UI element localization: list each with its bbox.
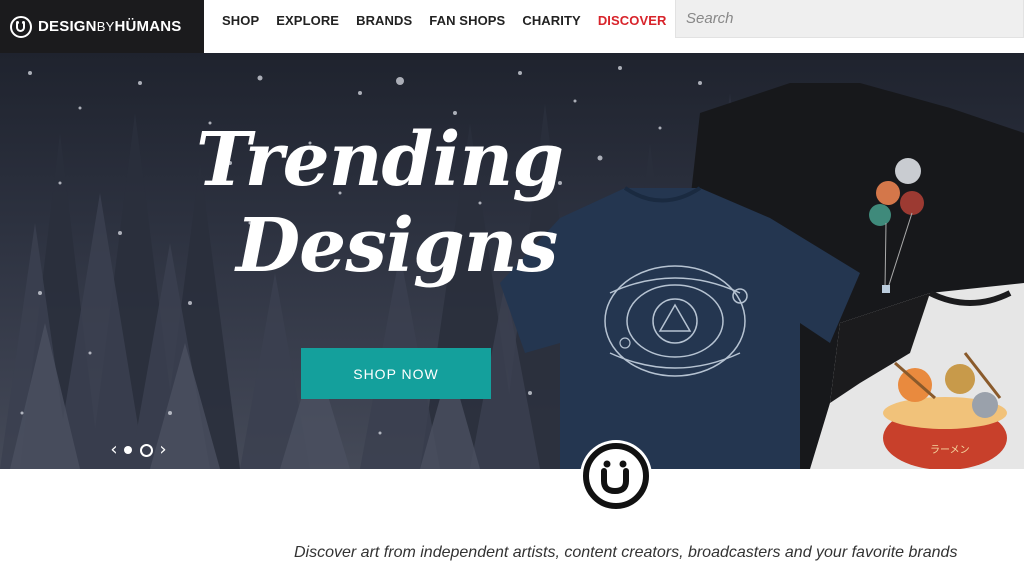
smiley-logo-icon bbox=[10, 15, 32, 38]
hero-headline: Trending Designs bbox=[196, 117, 576, 289]
main-nav: SHOP EXPLORE BRANDS FAN SHOPS CHARITY DI… bbox=[222, 0, 684, 40]
carousel-controls: ‹ › bbox=[108, 441, 169, 459]
carousel-dot-1[interactable] bbox=[124, 446, 132, 454]
nav-item-explore[interactable]: EXPLORE bbox=[276, 13, 339, 28]
shop-now-button[interactable]: SHOP NOW bbox=[301, 348, 491, 399]
chevron-right-icon[interactable]: › bbox=[157, 441, 169, 459]
nav-item-shop[interactable]: SHOP bbox=[222, 13, 259, 28]
tagline-text: Discover art from independent artists, c… bbox=[294, 544, 958, 561]
nav-item-charity[interactable]: CHARITY bbox=[522, 13, 580, 28]
brand-wordmark: DESIGNBYHÜMANS bbox=[38, 18, 182, 35]
search-input[interactable] bbox=[676, 0, 1023, 37]
brand-logo[interactable]: DESIGNBYHÜMANS bbox=[0, 0, 204, 53]
hero-banner: ラーメン Trending Designs SHOP NOW ‹ › bbox=[0, 53, 1024, 469]
ramen-caption: ラーメン bbox=[930, 444, 970, 456]
nav-item-brands[interactable]: BRANDS bbox=[356, 13, 412, 28]
nav-item-fan-shops[interactable]: FAN SHOPS bbox=[429, 13, 505, 28]
chevron-left-icon[interactable]: ‹ bbox=[108, 441, 120, 459]
nav-item-discover[interactable]: DISCOVER bbox=[598, 13, 667, 28]
headline-line-2: Designs bbox=[236, 203, 558, 289]
headline-line-1: Trending bbox=[196, 117, 564, 203]
dbh-smiley-badge-icon bbox=[580, 440, 652, 512]
carousel-dot-2[interactable] bbox=[140, 443, 153, 457]
search-box bbox=[675, 0, 1024, 38]
site-header: DESIGNBYHÜMANS SHOP EXPLORE BRANDS FAN S… bbox=[0, 0, 1024, 53]
